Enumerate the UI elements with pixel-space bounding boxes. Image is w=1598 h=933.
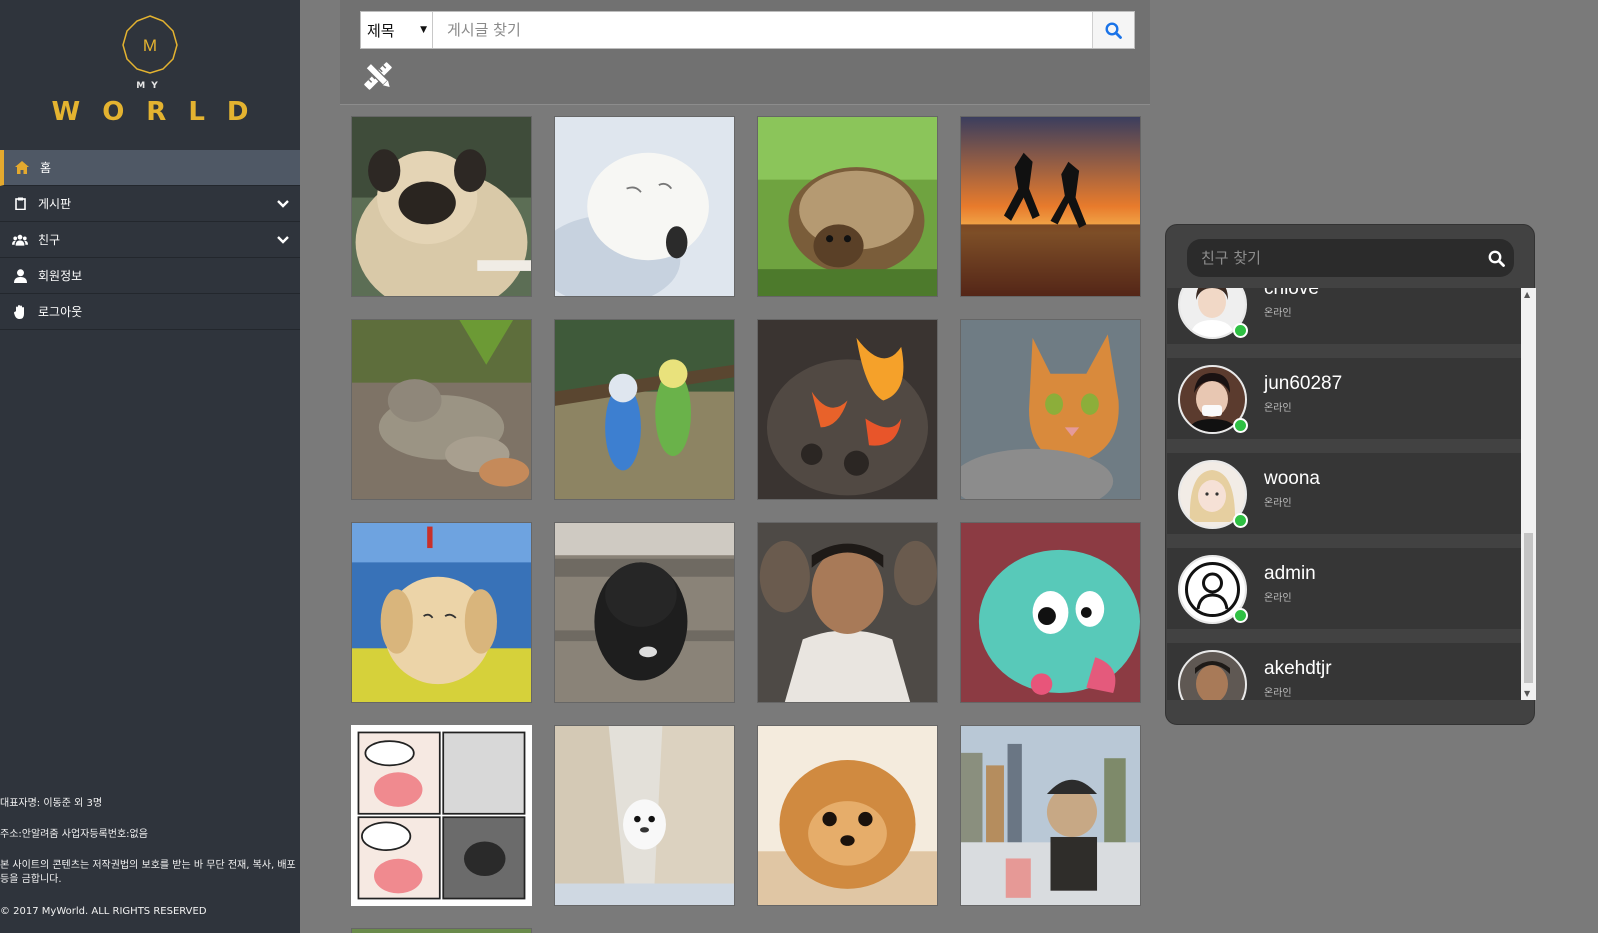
search-icon	[1105, 21, 1122, 39]
dropdown-arrow-icon: ▼	[420, 25, 427, 35]
friends-panel: chlove 온라인 jun60287 온라인 woona 온라인 admin	[1165, 224, 1536, 725]
friend-item[interactable]: woona 온라인	[1167, 453, 1521, 534]
post-thumb-cat[interactable]	[960, 319, 1141, 500]
post-thumb-pomeranian[interactable]	[757, 725, 938, 906]
scroll-up-icon[interactable]: ▲	[1524, 290, 1530, 299]
sidebar-item-label: 홈	[40, 161, 52, 175]
home-icon	[14, 160, 30, 176]
clipboard-icon	[12, 196, 28, 212]
sidebar-nav: 홈 게시판 친구 회원정보 로그아웃	[0, 150, 300, 330]
friend-item[interactable]: chlove 온라인	[1167, 288, 1521, 344]
hand-icon	[12, 304, 28, 320]
chevron-down-icon[interactable]	[276, 233, 290, 247]
write-post-button[interactable]	[360, 58, 396, 94]
footer-representative: 대표자명: 이동준 외 3명	[0, 798, 103, 809]
friend-search-input[interactable]	[1187, 249, 1478, 267]
friend-status: 온라인	[1264, 403, 1292, 414]
online-indicator	[1233, 513, 1248, 528]
footer-copyright-notice: 본 사이트의 콘텐츠는 저작권법의 보호를 받는 바 무단 전재, 복사, 배포…	[0, 860, 296, 885]
friend-name: akehdtjr	[1264, 658, 1332, 679]
pencil-ruler-icon	[364, 62, 392, 90]
avatar	[1178, 650, 1247, 700]
sidebar-item-friends[interactable]: 친구	[0, 222, 300, 258]
post-thumb-man[interactable]	[757, 522, 938, 703]
sidebar-item-home[interactable]: 홈	[0, 150, 300, 186]
search-category-value: 제목	[367, 21, 395, 40]
post-thumb-budgies[interactable]	[554, 319, 735, 500]
friend-list-scrollbar[interactable]: ▲ ▼	[1521, 288, 1536, 700]
user-icon	[12, 268, 28, 284]
footer-address: 주소:안알려줌 사업자등록번호:없음	[0, 829, 148, 840]
friend-status: 온라인	[1264, 593, 1292, 604]
scroll-thumb[interactable]	[1524, 533, 1533, 683]
post-thumb-comic[interactable]	[351, 725, 532, 906]
sidebar-item-board[interactable]: 게시판	[0, 186, 300, 222]
friend-status: 온라인	[1264, 498, 1292, 509]
logo[interactable]: M MY WORLD	[0, 0, 300, 150]
scroll-down-icon[interactable]: ▼	[1524, 689, 1530, 698]
friend-list: chlove 온라인 jun60287 온라인 woona 온라인 admin	[1167, 288, 1521, 700]
sidebar-item-label: 친구	[38, 233, 61, 247]
friend-item[interactable]: akehdtjr 온라인	[1167, 643, 1521, 700]
post-thumb-pug-city[interactable]	[960, 725, 1141, 906]
friend-search-bar	[1187, 239, 1514, 277]
logo-world: WORLD	[51, 97, 271, 127]
post-thumb-iguanas[interactable]	[351, 319, 532, 500]
post-thumb-seal[interactable]	[554, 116, 735, 297]
post-search-input[interactable]	[433, 12, 1092, 48]
post-thumb-partial[interactable]	[351, 928, 532, 933]
friend-name: woona	[1264, 468, 1320, 489]
logo-hexagon-icon: M	[122, 15, 178, 74]
post-thumb-fire[interactable]	[757, 319, 938, 500]
chevron-down-icon[interactable]	[276, 197, 290, 211]
sidebar-item-label: 로그아웃	[38, 305, 83, 319]
friend-status: 온라인	[1264, 688, 1292, 699]
friend-name: admin	[1264, 563, 1316, 584]
online-indicator	[1233, 323, 1248, 338]
friend-name: chlove	[1264, 288, 1319, 299]
post-thumb-polar-bear[interactable]	[554, 725, 735, 906]
post-search-button[interactable]	[1092, 12, 1134, 48]
friend-item[interactable]: admin 온라인	[1167, 548, 1521, 629]
post-thumb-black-pug[interactable]	[554, 522, 735, 703]
post-thumb-puppy[interactable]	[351, 522, 532, 703]
search-icon[interactable]	[1478, 250, 1514, 267]
post-thumb-hedgehog[interactable]	[757, 116, 938, 297]
search-category-select[interactable]: 제목 ▼	[361, 12, 433, 48]
users-icon	[12, 232, 28, 248]
logo-letter: M	[143, 36, 157, 55]
post-thumb-sunset[interactable]	[960, 116, 1141, 297]
friend-item[interactable]: jun60287 온라인	[1167, 358, 1521, 439]
sidebar-item-profile[interactable]: 회원정보	[0, 258, 300, 294]
online-indicator	[1233, 608, 1248, 623]
board-toolbar: 제목 ▼	[340, 0, 1150, 105]
footer-rights: © 2017 MyWorld. ALL RIGHTS RESERVED	[0, 906, 207, 917]
sidebar: M MY WORLD 홈 게시판 친구 회원정보 로그아웃 대표자명: 이동준 …	[0, 0, 300, 933]
sidebar-item-label: 게시판	[38, 197, 72, 211]
sidebar-item-label: 회원정보	[38, 269, 83, 283]
post-thumb-cartoon[interactable]	[960, 522, 1141, 703]
post-search-bar: 제목 ▼	[360, 11, 1135, 49]
sidebar-item-logout[interactable]: 로그아웃	[0, 294, 300, 330]
friend-status: 온라인	[1264, 308, 1292, 319]
online-indicator	[1233, 418, 1248, 433]
friend-name: jun60287	[1264, 373, 1343, 394]
logo-my: MY	[136, 81, 164, 91]
post-thumb-pug[interactable]	[351, 116, 532, 297]
